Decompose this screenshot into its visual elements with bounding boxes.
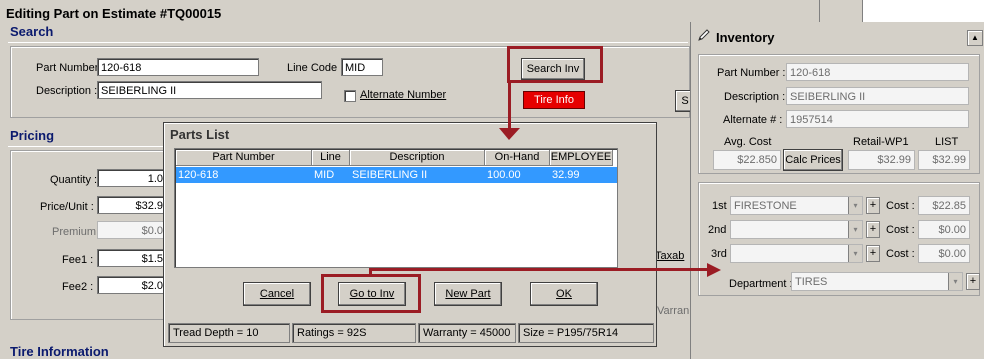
row-on-hand: 100.00 — [487, 169, 521, 181]
vendor2-dropdown-icon[interactable]: ▾ — [848, 221, 862, 238]
column-header-employee[interactable]: EMPLOYEE — [550, 150, 613, 166]
inv-part-number-input: 120-618 — [786, 63, 969, 81]
search-section-title: Search — [10, 24, 54, 39]
vendor3-label: 3rd — [711, 248, 727, 260]
department-dropdown-icon[interactable]: ▾ — [948, 273, 962, 290]
vendor2-add-button[interactable]: + — [866, 221, 880, 238]
description-label: Description : — [36, 85, 98, 97]
warranty-label: Varran — [657, 305, 690, 317]
row-line: MID — [314, 169, 335, 181]
fee2-label: Fee2 : — [62, 281, 94, 293]
vendor3-add-button[interactable]: + — [866, 245, 880, 262]
fee1-label: Fee1 : — [62, 254, 94, 266]
retail-label: Retail-WP1 — [853, 136, 909, 148]
status-warranty: Warranty = 45000 — [418, 323, 516, 343]
premium-label: Premium — [52, 226, 97, 238]
avg-cost-label: Avg. Cost — [724, 136, 772, 148]
column-header-part-number[interactable]: Part Number — [176, 150, 312, 166]
background-panel — [862, 0, 984, 22]
vendor1-cost-label: Cost : — [886, 200, 915, 212]
department-label: Department : — [729, 278, 793, 290]
taxable-label: Taxab — [655, 250, 685, 262]
tire-info-button[interactable]: Tire Info — [523, 91, 585, 109]
vendor2-label: 2nd — [708, 224, 727, 236]
status-ratings: Ratings = 92S — [292, 323, 416, 343]
parts-grid[interactable]: Part Number Line Description On-Hand EMP… — [174, 148, 618, 268]
fee2-input[interactable]: $2.0 — [97, 276, 167, 294]
department-select[interactable]: TIRES — [791, 272, 963, 291]
new-part-button[interactable]: New Part — [434, 282, 502, 306]
annotation-arrowhead-down — [499, 128, 520, 140]
pricing-section-title: Pricing — [10, 128, 55, 143]
description-input[interactable]: SEIBERLING II — [97, 81, 322, 99]
calc-prices-button[interactable]: Calc Prices — [783, 149, 843, 171]
quantity-label: Quantity : — [50, 174, 98, 186]
part-number-label: Part Number : — [36, 62, 105, 74]
line-code-input[interactable]: MID — [341, 58, 383, 76]
row-part-number: 120-618 — [178, 169, 219, 181]
window-title: Editing Part on Estimate #TQ00015 — [6, 6, 222, 21]
cancel-button[interactable]: Cancel — [243, 282, 311, 306]
department-add-button[interactable]: + — [966, 273, 980, 290]
inv-alternate-label: Alternate # : — [723, 114, 783, 126]
parts-list-title: Parts List — [170, 127, 230, 142]
price-unit-label: Price/Unit : — [40, 201, 94, 213]
column-header-line[interactable]: Line — [312, 150, 350, 166]
annotation-arrow-right — [369, 268, 709, 271]
quantity-input[interactable]: 1.0 — [97, 169, 167, 187]
vendor1-dropdown-icon[interactable]: ▾ — [848, 197, 862, 214]
vendor3-cost-label: Cost : — [886, 248, 915, 260]
alternate-number-checkbox[interactable] — [344, 90, 356, 102]
go-to-inv-highlight — [321, 274, 421, 313]
vendor1-label: 1st — [712, 200, 727, 212]
line-code-label: Line Code : — [287, 62, 344, 74]
vendor1-select[interactable]: FIRESTONE — [730, 196, 863, 215]
alternate-number-label: Alternate Number — [360, 89, 447, 101]
list-label: LIST — [935, 136, 959, 148]
vendor2-select[interactable] — [730, 220, 863, 239]
status-tread-depth: Tread Depth = 10 — [168, 323, 290, 343]
column-header-description[interactable]: Description — [350, 150, 485, 166]
ok-button[interactable]: OK — [530, 282, 598, 306]
inventory-title: Inventory — [716, 30, 775, 45]
part-number-input[interactable]: 120-618 — [97, 58, 259, 76]
row-employee: 32.99 — [552, 169, 580, 181]
inventory-window: Inventory ▲ Part Number : 120-618 Descri… — [690, 22, 984, 359]
vendor1-cost-input: $22.85 — [918, 196, 970, 215]
vendor1-add-button[interactable]: + — [866, 197, 880, 214]
search-inv-highlight — [507, 46, 603, 83]
retail-input: $32.99 — [848, 150, 915, 170]
vendor3-cost-input: $0.00 — [918, 244, 970, 263]
annotation-arrow-down — [508, 82, 511, 130]
premium-input: $0.0 — [97, 221, 167, 239]
status-size: Size = P195/75R14 — [518, 323, 654, 343]
pricing-divider — [8, 146, 168, 147]
parts-list-dialog: Parts List Part Number Line Description … — [163, 122, 657, 347]
pencil-icon — [697, 28, 711, 42]
column-header-on-hand[interactable]: On-Hand — [485, 150, 550, 166]
vendor2-cost-label: Cost : — [886, 224, 915, 236]
fee1-input[interactable]: $1.5 — [97, 249, 167, 267]
inv-alternate-input: 1957514 — [786, 110, 969, 128]
annotation-arrowhead-right — [707, 263, 721, 277]
price-unit-input[interactable]: $32.9 — [97, 196, 167, 214]
list-input: $32.99 — [918, 150, 970, 170]
tire-information-section-title: Tire Information — [10, 344, 109, 359]
inv-description-input: SEIBERLING II — [786, 87, 969, 105]
inv-description-label: Description : — [724, 91, 786, 103]
search-divider — [8, 42, 688, 43]
row-description: SEIBERLING II — [352, 169, 428, 181]
inv-part-number-label: Part Number : — [717, 67, 786, 79]
vendor3-dropdown-icon[interactable]: ▾ — [848, 245, 862, 262]
scroll-up-icon[interactable]: ▲ — [967, 30, 983, 46]
avg-cost-input: $22.850 — [713, 150, 781, 170]
vendor2-cost-input: $0.00 — [918, 220, 970, 239]
vendor3-select[interactable] — [730, 244, 863, 263]
